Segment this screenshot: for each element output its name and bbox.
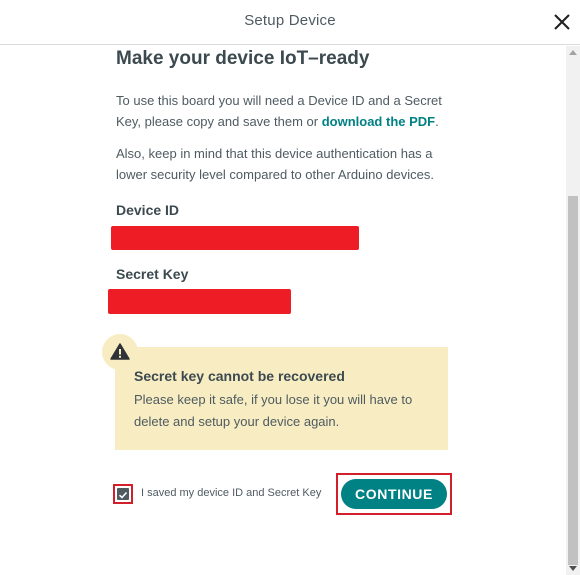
continue-button[interactable]: CONTINUE: [341, 479, 447, 509]
device-id-label: Device ID: [116, 202, 180, 218]
check-icon: [118, 491, 128, 499]
warning-text: Please keep it safe, if you lose it you …: [134, 392, 413, 429]
download-pdf-link[interactable]: download the PDF: [322, 114, 435, 129]
continue-highlight: CONTINUE: [336, 473, 452, 515]
secret-key-value-redacted: [108, 289, 291, 314]
warning-title: Secret key cannot be recovered: [134, 368, 345, 384]
device-id-value-redacted: [111, 226, 359, 250]
dialog-title: Setup Device: [244, 12, 336, 29]
scroll-up-arrow-icon[interactable]: [569, 50, 577, 55]
saved-credentials-checkbox[interactable]: [117, 488, 129, 500]
intro-text-end: .: [435, 114, 439, 129]
dialog-header: Setup Device: [0, 0, 580, 45]
page-title: Make your device IoT–ready: [116, 48, 370, 69]
warning-icon-badge: [102, 334, 138, 370]
security-note: Also, keep in mind that this device auth…: [116, 146, 434, 182]
scrollbar[interactable]: [566, 46, 580, 575]
scrollbar-thumb[interactable]: [568, 196, 578, 565]
checkbox-highlight: [113, 484, 133, 504]
close-icon[interactable]: [550, 10, 574, 34]
intro-text: To use this board you will need a Device…: [116, 90, 461, 132]
warning-icon: [110, 343, 130, 360]
warning-box: Secret key cannot be recovered Please ke…: [115, 347, 448, 450]
checkbox-label[interactable]: I saved my device ID and Secret Key: [141, 487, 321, 499]
secret-key-label: Secret Key: [116, 266, 189, 282]
scroll-down-arrow-icon[interactable]: [569, 566, 577, 571]
